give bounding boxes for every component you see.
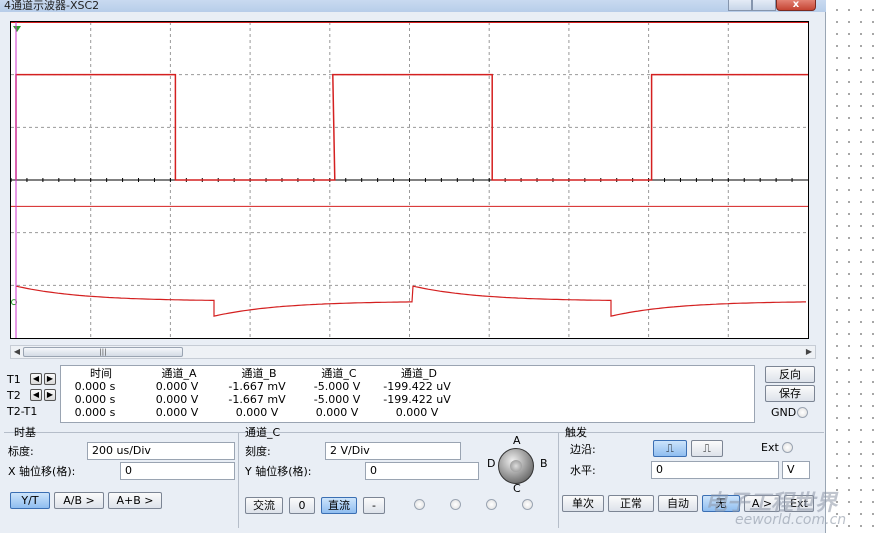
falling-edge-icon: ⎍	[703, 442, 711, 455]
a-plus-b-button[interactable]: A+B >	[108, 492, 162, 509]
rising-edge-icon: ⎍	[666, 442, 674, 455]
t1-label: T1	[7, 373, 21, 386]
scope-plot	[11, 22, 808, 338]
t2-t1-label: T2-T1	[7, 405, 38, 418]
readout-row-diff: 0.000 s 0.000 V 0.000 V 0.000 V 0.000 V	[61, 406, 754, 419]
header-channel-d: 通道_D	[401, 367, 437, 380]
trigger-title: 触发	[565, 426, 587, 439]
edge-label: 边沿:	[570, 443, 596, 456]
gnd-radio[interactable]	[797, 407, 808, 418]
timebase-scale-input[interactable]: 200 us/Div	[87, 442, 235, 460]
level-input[interactable]: 0	[651, 461, 779, 479]
t2-channel-c: -5.000 V	[313, 393, 361, 406]
decay-trace	[15, 285, 806, 317]
diff-channel-d: 0.000 V	[395, 406, 439, 419]
diff-channel-c: 0.000 V	[315, 406, 359, 419]
selector-label-b: B	[540, 457, 548, 470]
single-mode-button[interactable]: 单次	[562, 495, 604, 512]
gnd-label: GND	[771, 406, 797, 419]
level-unit: V	[782, 461, 810, 479]
scroll-right-icon[interactable]: ▶	[803, 346, 815, 358]
falling-edge-button[interactable]: ⎍	[691, 440, 723, 457]
y-position-label: Y 轴位移(格):	[245, 465, 312, 478]
readout-header-row: 时间 通道_A 通道_B 通道_C 通道_D	[61, 367, 754, 380]
yt-button[interactable]: Y/T	[10, 492, 50, 509]
diff-time: 0.000 s	[74, 406, 116, 419]
a-over-b-button[interactable]: A/B >	[54, 492, 104, 509]
t2-channel-d: -199.422 uV	[383, 393, 451, 406]
t2-channel-b: -1.667 mV	[228, 393, 286, 406]
minus-button[interactable]: -	[363, 497, 385, 514]
selector-label-c: C	[513, 482, 521, 495]
background-grid-dots	[827, 0, 882, 533]
t1-time: 0.000 s	[74, 380, 116, 393]
ext-label: Ext	[761, 441, 779, 454]
ac-coupling-button[interactable]: 交流	[245, 497, 283, 514]
channel-scale-label: 刻度:	[245, 445, 271, 458]
diff-channel-a: 0.000 V	[155, 406, 199, 419]
t2-time: 0.000 s	[74, 393, 116, 406]
diff-channel-b: 0.000 V	[235, 406, 279, 419]
divider	[558, 432, 559, 528]
title-bar: 4通道示波器-XSC2 x	[0, 0, 826, 12]
level-label: 水平:	[570, 464, 596, 477]
minimize-button[interactable]	[728, 0, 752, 11]
reverse-button[interactable]: 反向	[765, 366, 815, 383]
timebase-title: 时基	[14, 426, 36, 439]
t2-label: T2	[7, 389, 21, 402]
probe-radio[interactable]	[522, 499, 533, 510]
t1-channel-a: 0.000 V	[155, 380, 199, 393]
close-button[interactable]: x	[776, 0, 816, 11]
y-position-input[interactable]: 0	[365, 462, 479, 480]
probe-radio[interactable]	[450, 499, 461, 510]
t2-left-arrow-icon[interactable]: ◀	[30, 389, 42, 401]
channel-scale-input[interactable]: 2 V/Div	[325, 442, 461, 460]
readout-row-t1: 0.000 s 0.000 V -1.667 mV -5.000 V -199.…	[61, 380, 754, 393]
scroll-thumb[interactable]: |||	[23, 347, 183, 357]
watermark-url: eeworld.com.cn	[735, 512, 847, 528]
t1-channel-c: -5.000 V	[313, 380, 361, 393]
trigger-marker-icon	[13, 26, 21, 32]
header-channel-a: 通道_A	[161, 367, 197, 380]
timebase-scale-label: 标度:	[8, 445, 34, 458]
channel-selector-knob[interactable]	[498, 448, 534, 484]
zero-coupling-button[interactable]: 0	[289, 497, 315, 514]
t1-channel-d: -199.422 uV	[383, 380, 451, 393]
probe-radio[interactable]	[486, 499, 497, 510]
header-channel-b: 通道_B	[241, 367, 277, 380]
ext-radio[interactable]	[782, 442, 793, 453]
x-position-label: X 轴位移(格):	[8, 465, 76, 478]
window-title: 4通道示波器-XSC2	[4, 0, 100, 12]
selector-label-a: A	[513, 434, 521, 447]
oscilloscope-window: 4通道示波器-XSC2 x ◀ ||| ▶ T1 ◀ ▶ T2 ◀ ▶ T2-T…	[0, 0, 826, 533]
t1-channel-b: -1.667 mV	[228, 380, 286, 393]
header-channel-c: 通道_C	[321, 367, 357, 380]
channel-title: 通道_C	[245, 426, 281, 439]
readout-row-t2: 0.000 s 0.000 V -1.667 mV -5.000 V -199.…	[61, 393, 754, 406]
auto-mode-button[interactable]: 自动	[658, 495, 698, 512]
divider	[238, 432, 239, 528]
measurement-panel: 时间 通道_A 通道_B 通道_C 通道_D 0.000 s 0.000 V -…	[60, 365, 755, 423]
scroll-left-icon[interactable]: ◀	[11, 346, 23, 358]
header-time: 时间	[90, 367, 112, 380]
rising-edge-button[interactable]: ⎍	[653, 440, 687, 457]
scope-display	[10, 21, 809, 339]
maximize-button[interactable]	[752, 0, 776, 11]
selector-label-d: D	[487, 457, 496, 470]
t2-channel-a: 0.000 V	[155, 393, 199, 406]
probe-radio[interactable]	[414, 499, 425, 510]
normal-mode-button[interactable]: 正常	[608, 495, 654, 512]
divider	[4, 432, 824, 433]
save-button[interactable]: 保存	[765, 385, 815, 402]
t1-left-arrow-icon[interactable]: ◀	[30, 373, 42, 385]
x-position-input[interactable]: 0	[120, 462, 235, 480]
horizontal-scrollbar[interactable]: ◀ ||| ▶	[10, 345, 816, 359]
dc-coupling-button[interactable]: 直流	[321, 497, 357, 514]
